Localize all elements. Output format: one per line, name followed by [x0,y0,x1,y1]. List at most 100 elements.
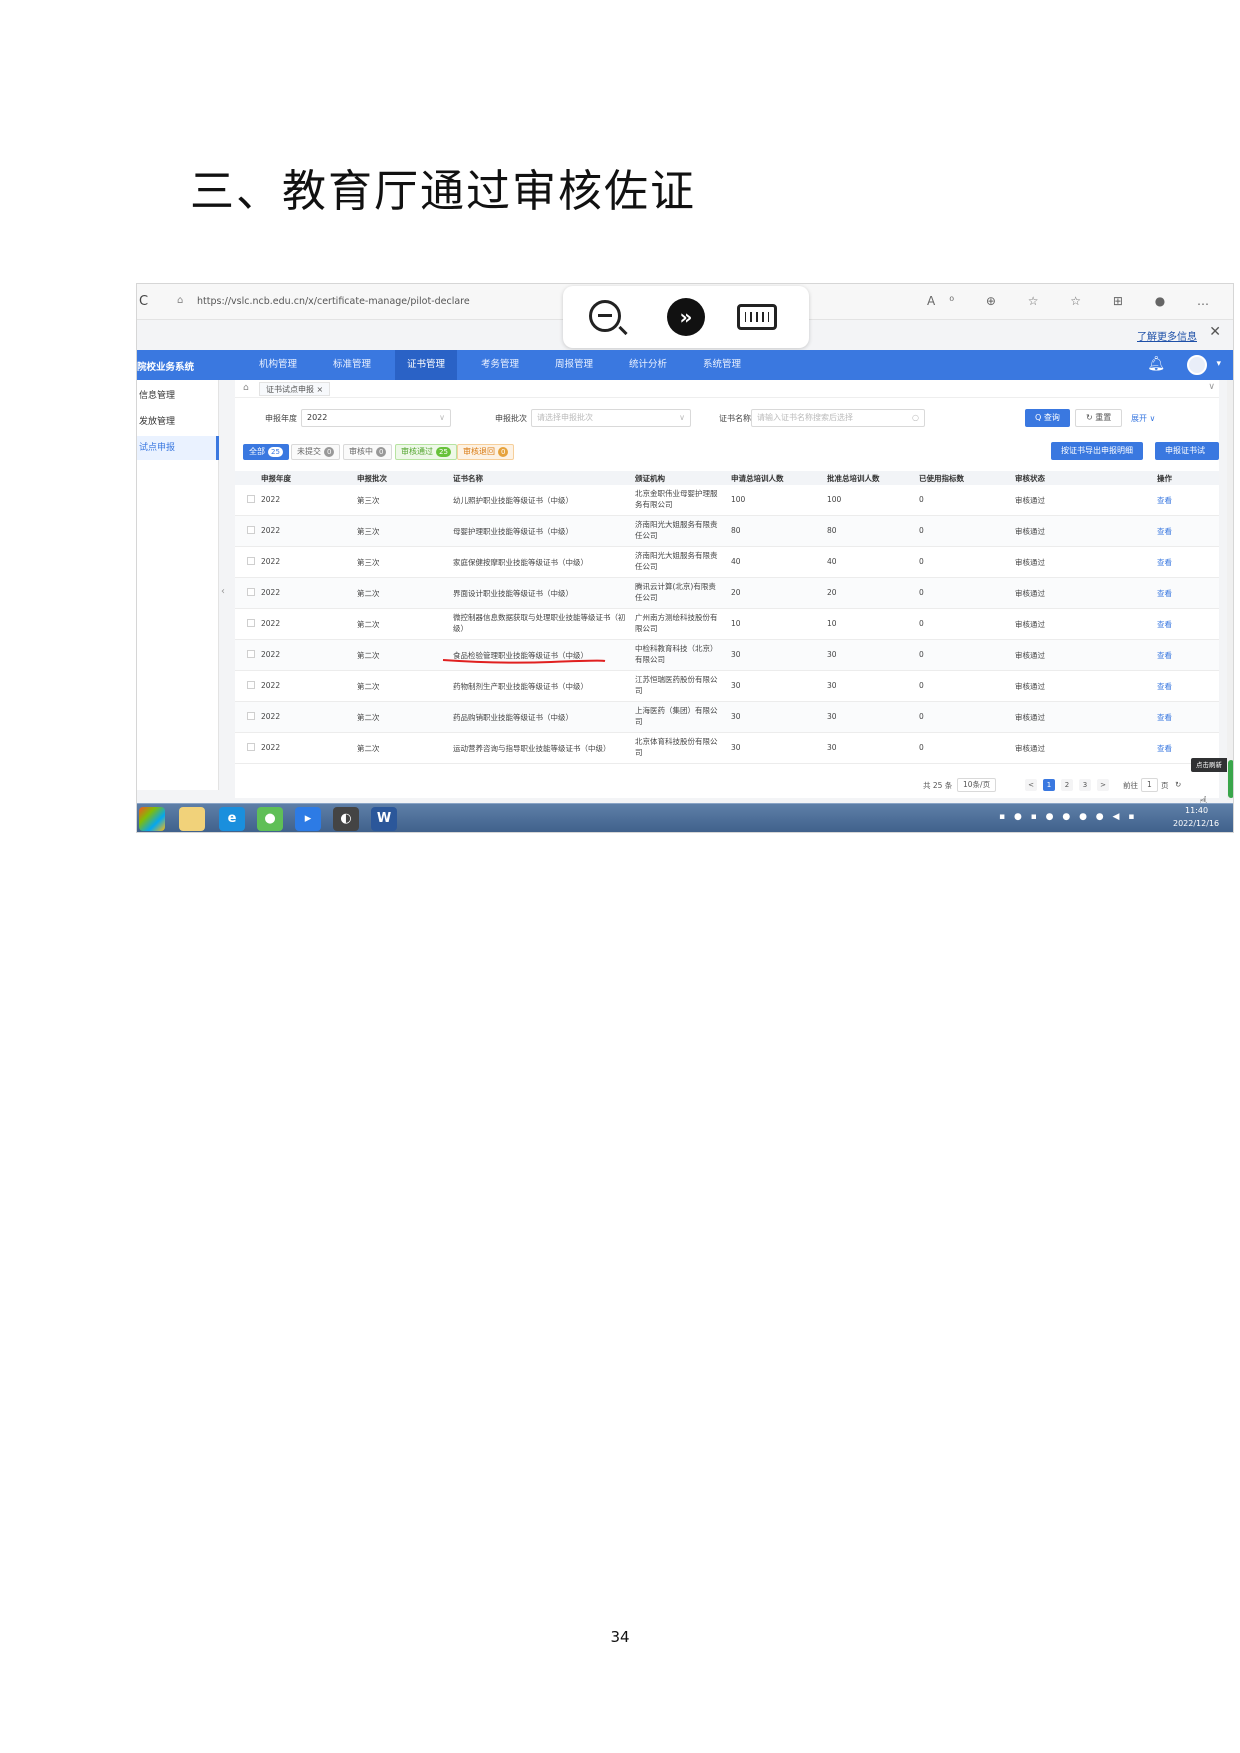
reset-button[interactable]: ↻ 重置 [1075,409,1123,427]
close-icon[interactable]: ✕ [1209,324,1221,340]
row-checkbox[interactable] [247,557,255,565]
goto-label: 前往 [1123,781,1138,790]
nav-exam[interactable]: 考务管理 [469,350,531,380]
cell-issuer: 济南阳光大姐服务有限责任公司 [635,520,718,540]
view-link[interactable]: 查看 [1157,650,1172,661]
year-select-value: 2022 [307,413,328,422]
avatar[interactable] [1187,355,1207,375]
reload-icon[interactable]: C [139,294,148,309]
row-checkbox[interactable] [247,495,255,503]
row-checkbox[interactable] [247,681,255,689]
view-link[interactable]: 查看 [1157,495,1172,506]
chevron-down-icon[interactable]: ∨ [1208,382,1215,392]
word-icon[interactable]: W [371,807,397,831]
search-button[interactable]: Q 查询 [1025,409,1070,427]
batch-label: 申报批次 [495,414,527,423]
nav-certificate[interactable]: 证书管理 [395,350,458,380]
row-checkbox[interactable] [247,650,255,658]
cell-status: 审核通过 [1015,744,1045,753]
system-tray-icons[interactable]: ▪ ● ▪ ● ● ● ● ◀ ▪ [999,812,1137,822]
page-1-button[interactable]: 1 [1043,779,1055,791]
edge-browser-icon[interactable]: e [219,807,245,831]
export-detail-button[interactable]: 按证书导出申报明细 [1051,442,1143,460]
taskbar-date: 2022/12/16 [1173,819,1220,828]
cell-approved: 10 [827,619,837,628]
nav-institution[interactable]: 机构管理 [247,350,309,380]
page-2-button[interactable]: 2 [1061,779,1073,791]
chip-unsubmitted[interactable]: 未提交 0 [291,444,341,460]
sidebar-item-info[interactable]: 信息管理 [137,384,219,408]
page-size-select[interactable]: 10条/页 [957,778,997,792]
collapse-sidebar-icon[interactable]: ‹ [221,586,225,597]
view-link[interactable]: 查看 [1157,526,1172,537]
page-scrollbar[interactable] [1227,380,1233,800]
pagination: 共 25 条 10条/页 < 1 2 3 > 前往 1 页 ↻ [235,778,1219,794]
refresh-icon[interactable]: ↻ [1175,780,1181,789]
chevron-down-icon[interactable]: ▾ [1216,359,1221,369]
view-link[interactable]: 查看 [1157,743,1172,754]
nav-statistics[interactable]: 统计分析 [617,350,679,380]
chip-returned[interactable]: 审核退回 0 [457,444,515,460]
browser-toolbar-icons[interactable]: A⁰ ⊕ ☆ ☆ ⊞ ● … [927,294,1223,308]
globe-icon[interactable]: ◐ [333,807,359,831]
col-batch: 申报批次 [357,474,387,483]
prev-page-button[interactable]: < [1025,779,1037,791]
cell-applied: 10 [731,619,741,628]
file-explorer-icon[interactable] [179,807,205,831]
goto-input[interactable]: 1 [1141,778,1158,792]
view-link[interactable]: 查看 [1157,619,1172,630]
chip-label: 审核中 [349,447,373,456]
view-link[interactable]: 查看 [1157,588,1172,599]
year-label: 申报年度 [265,414,297,423]
zoom-out-icon[interactable] [589,300,621,332]
sidebar-item-pilot-declare[interactable]: 试点申报 [137,436,219,460]
address-bar[interactable]: https://vslc.ncb.edu.cn/x/certificate-ma… [197,296,470,307]
declare-pilot-button[interactable]: 申报证书试点 [1155,442,1219,473]
row-checkbox[interactable] [247,712,255,720]
cell-approved: 30 [827,743,837,752]
view-link[interactable]: 查看 [1157,712,1172,723]
nav-weekly[interactable]: 周报管理 [543,350,605,380]
cert-search-input[interactable]: 请输入证书名称搜索后选择 ○ [751,409,925,427]
remote-connection-icon[interactable]: » [667,298,705,336]
row-checkbox[interactable] [247,619,255,627]
cell-year: 2022 [261,557,281,566]
cell-cert-name: 药物制剂生产职业技能等级证书（中级） [453,682,588,691]
keyboard-icon[interactable] [737,304,777,330]
scrollbar-thumb[interactable] [1228,760,1233,798]
chip-label: 未提交 [297,447,321,456]
home-icon[interactable]: ⌂ [243,383,249,393]
start-button-icon[interactable] [139,807,165,831]
cell-issuer: 上海医药（集团）有限公司 [635,706,718,726]
cell-approved: 40 [827,557,837,566]
col-cert-name: 证书名称 [453,474,483,483]
sidebar-item-issue[interactable]: 发放管理 [137,410,219,434]
cell-year: 2022 [261,712,281,721]
nav-system[interactable]: 系统管理 [691,350,753,380]
screenshot-frame: C ⌂ https://vslc.ncb.edu.cn/x/certificat… [136,283,1234,833]
batch-select[interactable]: 请选择申报批次 ∨ [531,409,691,427]
next-page-button[interactable]: > [1097,779,1109,791]
cell-cert-name: 界面设计职业技能等级证书（中级） [453,589,573,598]
row-checkbox[interactable] [247,743,255,751]
chip-reviewing[interactable]: 审核中 0 [343,444,393,460]
view-link[interactable]: 查看 [1157,557,1172,568]
nav-standard[interactable]: 标准管理 [321,350,383,380]
chip-all[interactable]: 全部 25 [243,444,289,460]
row-checkbox[interactable] [247,526,255,534]
app-icon[interactable]: ▸ [295,807,321,831]
wechat-icon[interactable]: ● [257,807,283,831]
learn-more-link[interactable]: 了解更多信息 [1137,328,1197,343]
view-link[interactable]: 查看 [1157,681,1172,692]
year-select[interactable]: 2022 ∨ [301,409,451,427]
cell-batch: 第二次 [357,620,380,629]
bell-icon[interactable]: 🔔︎ [1147,356,1165,372]
page-3-button[interactable]: 3 [1079,779,1091,791]
cell-issuer: 腾讯云计算(北京)有限责任公司 [635,582,716,602]
pager-total: 共 25 条 [923,781,953,790]
cell-approved: 80 [827,526,837,535]
tab-pilot-declare[interactable]: 证书试点申报 × [259,382,331,396]
chip-approved[interactable]: 审核通过 25 [395,444,457,460]
expand-link[interactable]: 展开 ∨ [1131,413,1155,424]
row-checkbox[interactable] [247,588,255,596]
